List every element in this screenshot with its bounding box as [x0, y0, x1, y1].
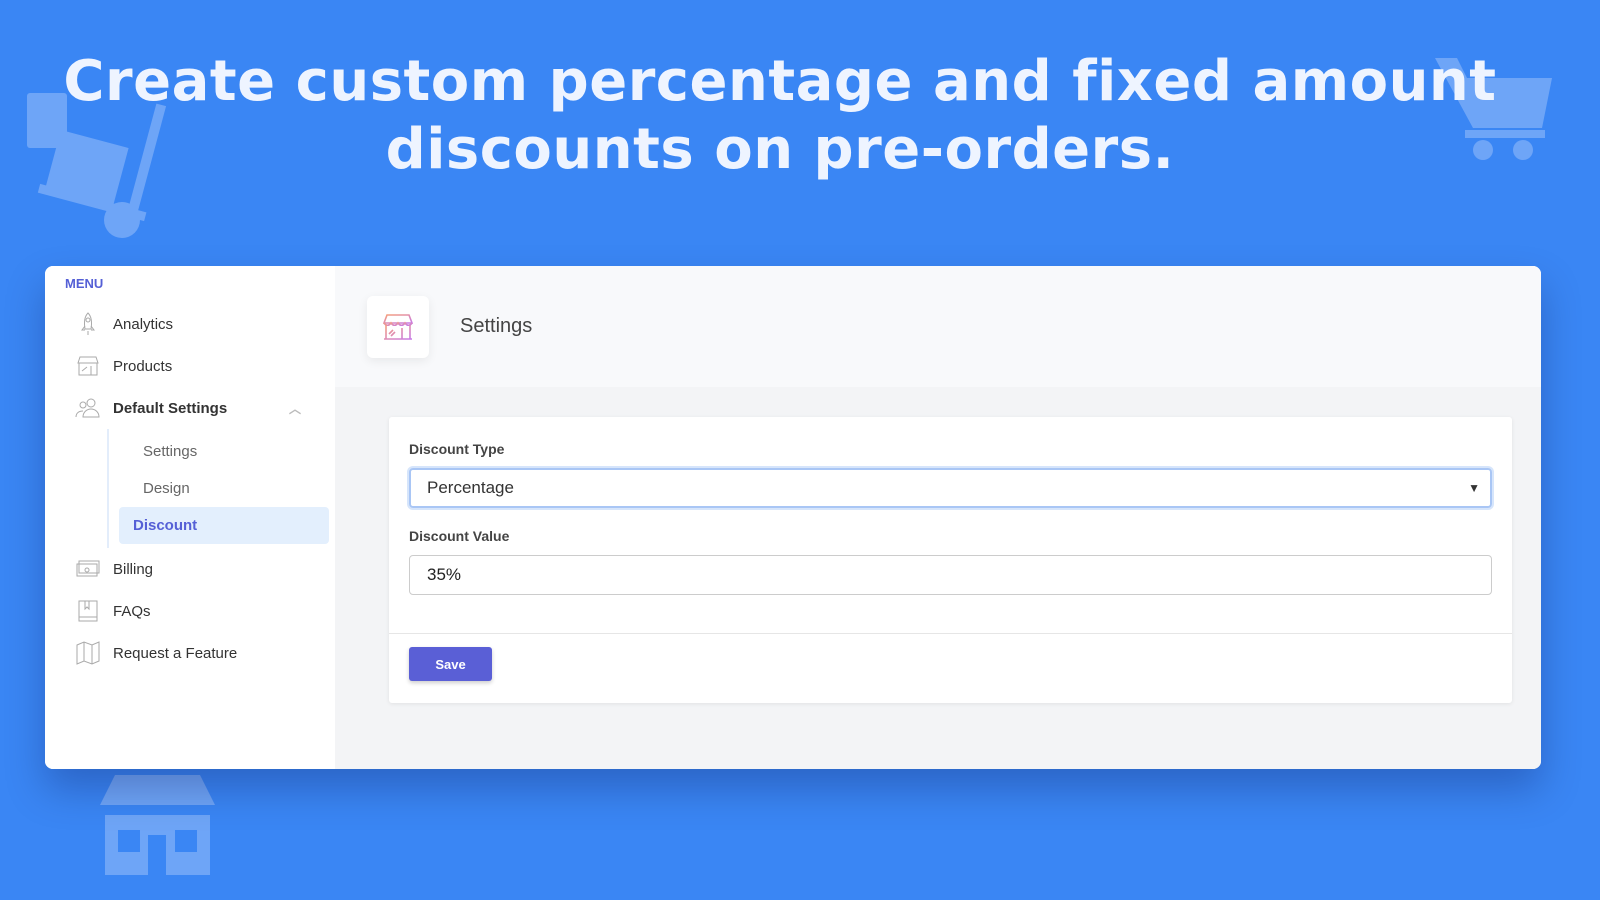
sidebar-item-analytics[interactable]: Analytics	[65, 303, 315, 345]
rocket-icon	[75, 311, 101, 337]
sidebar-item-label: Analytics	[113, 315, 174, 333]
map-icon	[75, 640, 101, 666]
page-title: Settings	[460, 315, 533, 337]
sidebar-item-label: Billing	[113, 560, 154, 578]
submenu-item-settings[interactable]: Settings	[119, 433, 315, 470]
users-icon	[75, 395, 101, 421]
submenu: Settings Design Discount	[107, 429, 329, 548]
sidebar-item-label: Products	[113, 357, 173, 375]
chevron-down-icon: ▼	[1468, 481, 1480, 495]
submenu-item-discount[interactable]: Discount	[119, 507, 329, 544]
store-icon	[367, 295, 429, 358]
submenu-item-design[interactable]: Design	[119, 470, 315, 507]
divider	[389, 633, 1512, 634]
sidebar: MENU Analytics Products Default Settings…	[45, 266, 335, 769]
headline-line-1: Create custom percentage and fixed amoun…	[63, 49, 1497, 114]
discount-type-select[interactable]: Percentage ▼	[409, 468, 1492, 508]
money-icon	[75, 556, 101, 582]
chevron-up-icon[interactable]: ︿	[289, 400, 301, 417]
app-window: MENU Analytics Products Default Settings…	[45, 266, 1541, 769]
discount-type-value: Percentage	[427, 478, 514, 497]
save-button[interactable]: Save	[409, 647, 492, 681]
main-content: Settings Discount Type Percentage ▼ Disc…	[335, 266, 1541, 769]
sidebar-item-request-feature[interactable]: Request a Feature	[65, 632, 315, 674]
store-icon	[75, 353, 101, 379]
menu-label: MENU	[65, 276, 104, 291]
sidebar-item-default-settings[interactable]: Default Settings ︿	[65, 387, 315, 429]
sidebar-item-products[interactable]: Products	[65, 345, 315, 387]
discount-form: Discount Type Percentage ▼ Discount Valu…	[389, 417, 1512, 703]
storefront-icon	[100, 775, 215, 875]
sidebar-item-billing[interactable]: Billing	[65, 548, 315, 590]
page-header: Settings	[335, 266, 1541, 387]
book-icon	[75, 598, 101, 624]
headline: Create custom percentage and fixed amoun…	[0, 48, 1560, 184]
discount-type-label: Discount Type	[409, 441, 505, 457]
discount-value-input[interactable]: 35%	[409, 555, 1492, 595]
discount-value-label: Discount Value	[409, 528, 510, 544]
headline-line-2: discounts on pre-orders.	[385, 117, 1175, 182]
sidebar-item-label: Request a Feature	[113, 644, 238, 662]
sidebar-item-label: FAQs	[113, 602, 151, 620]
sidebar-item-label: Default Settings	[113, 399, 228, 417]
sidebar-item-faqs[interactable]: FAQs	[65, 590, 315, 632]
